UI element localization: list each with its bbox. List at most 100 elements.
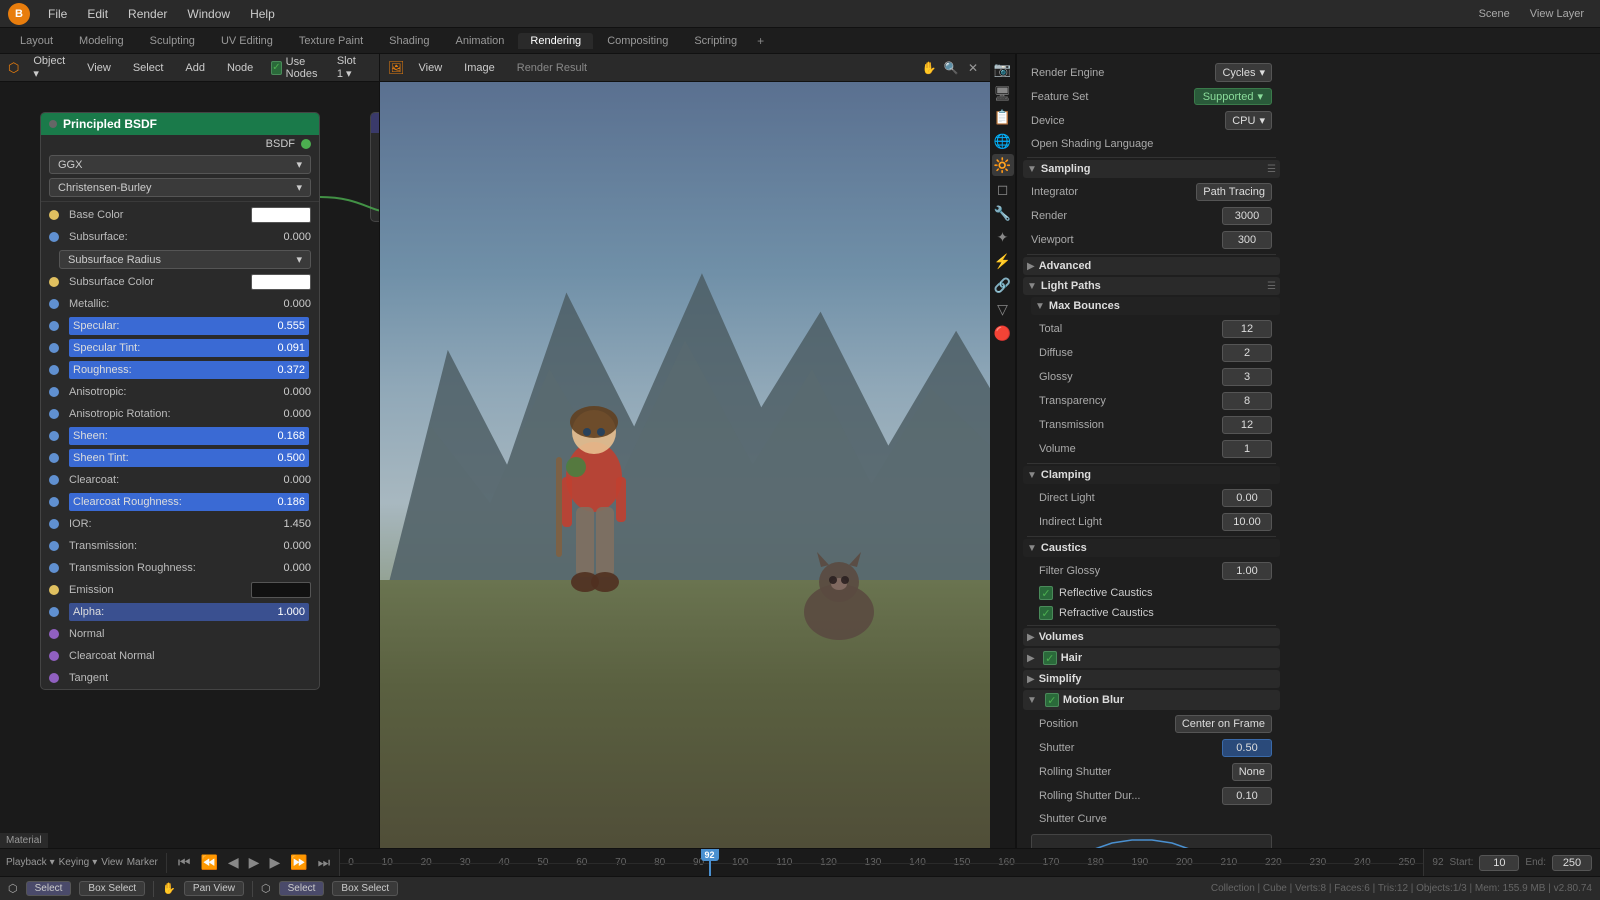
base-color-swatch[interactable] bbox=[251, 207, 311, 223]
menu-file[interactable]: File bbox=[40, 5, 75, 23]
motion-blur-section-header[interactable]: ▼ ✓ Motion Blur bbox=[1023, 690, 1280, 710]
anisotropic-rotation-socket[interactable] bbox=[49, 409, 59, 419]
viewport-close-icon[interactable]: ✕ bbox=[964, 59, 982, 77]
viewport-image-btn[interactable]: Image bbox=[456, 60, 503, 76]
transmission-roughness-socket[interactable] bbox=[49, 563, 59, 573]
sheen-bar[interactable]: Sheen: 0.168 bbox=[69, 427, 309, 445]
viewport-view-btn[interactable]: View bbox=[411, 60, 451, 76]
timeline-playhead[interactable]: 92 bbox=[709, 849, 711, 876]
clearcoat-socket[interactable] bbox=[49, 475, 59, 485]
render-samples-value[interactable]: 3000 bbox=[1222, 207, 1272, 225]
alpha-bar[interactable]: Alpha: 1.000 bbox=[69, 603, 309, 621]
play-btn[interactable]: ▶ bbox=[246, 854, 263, 871]
select-mode-btn[interactable]: Select bbox=[26, 881, 72, 896]
specular-tint-socket[interactable] bbox=[49, 343, 59, 353]
motion-blur-checkbox[interactable]: ✓ bbox=[1045, 693, 1059, 707]
transmission-socket[interactable] bbox=[49, 541, 59, 551]
node-btn[interactable]: Node bbox=[219, 60, 261, 76]
step-frame-fwd-btn[interactable]: ▶ bbox=[266, 854, 283, 871]
jump-to-start-btn[interactable]: ⏮ bbox=[175, 854, 194, 871]
specular-bar[interactable]: Specular: 0.555 bbox=[69, 317, 309, 335]
position-dropdown[interactable]: Center on Frame bbox=[1175, 715, 1272, 733]
hair-checkbox[interactable]: ✓ bbox=[1043, 651, 1057, 665]
rolling-shutter-dropdown[interactable]: None bbox=[1232, 763, 1272, 781]
particles-icon[interactable]: ✦ bbox=[992, 226, 1014, 248]
simplify-section-header[interactable]: ▶ Simplify bbox=[1023, 670, 1280, 688]
object-data-icon[interactable]: ▽ bbox=[992, 298, 1014, 320]
hair-section-header[interactable]: ▶ ✓ Hair bbox=[1023, 648, 1280, 668]
roughness-bar[interactable]: Roughness: 0.372 bbox=[69, 361, 309, 379]
specular-tint-bar[interactable]: Specular Tint: 0.091 bbox=[69, 339, 309, 357]
emission-socket[interactable] bbox=[49, 585, 59, 595]
marker-btn[interactable]: Marker bbox=[127, 857, 158, 868]
view-timeline-btn[interactable]: View bbox=[101, 857, 123, 868]
direct-light-value[interactable]: 0.00 bbox=[1222, 489, 1272, 507]
scene-props-icon[interactable]: 🌐 bbox=[992, 130, 1014, 152]
caustics-header[interactable]: ▼ Caustics bbox=[1023, 539, 1280, 557]
advanced-section-header[interactable]: ▶ Advanced bbox=[1023, 257, 1280, 275]
clearcoat-roughness-socket[interactable] bbox=[49, 497, 59, 507]
light-paths-section-header[interactable]: ▼ Light Paths ☰ bbox=[1023, 277, 1280, 295]
sampling-section-header[interactable]: ▼ Sampling ☰ bbox=[1023, 160, 1280, 178]
device-dropdown[interactable]: CPU ▾ bbox=[1225, 111, 1272, 130]
menu-help[interactable]: Help bbox=[242, 5, 283, 23]
integrator-dropdown[interactable]: Path Tracing bbox=[1196, 183, 1272, 201]
world-props-icon[interactable]: 🔆 bbox=[992, 154, 1014, 176]
playback-btn[interactable]: Playback ▾ bbox=[6, 857, 55, 868]
subsurface-socket[interactable] bbox=[49, 232, 59, 242]
max-bounces-header[interactable]: ▼ Max Bounces bbox=[1031, 297, 1280, 315]
viewport-hand-icon[interactable]: ✋ bbox=[920, 59, 938, 77]
ior-socket[interactable] bbox=[49, 519, 59, 529]
tab-add[interactable]: + bbox=[751, 34, 770, 48]
menu-window[interactable]: Window bbox=[179, 5, 238, 23]
timeline-track[interactable]: 0 10 20 30 40 50 60 70 80 90 100 110 120… bbox=[340, 849, 1423, 876]
tab-rendering[interactable]: Rendering bbox=[518, 33, 593, 49]
step-fwd-btn[interactable]: ⏩ bbox=[287, 854, 310, 871]
bsdf-output-socket[interactable] bbox=[301, 139, 311, 149]
feature-set-value[interactable]: Supported ▾ bbox=[1194, 88, 1272, 105]
use-nodes-checkbox[interactable]: ✓ bbox=[271, 61, 281, 75]
start-frame-input[interactable]: 10 bbox=[1479, 855, 1519, 871]
constraints-icon[interactable]: 🔗 bbox=[992, 274, 1014, 296]
render-viewport[interactable]: 🖼 View Image Render Result ✋ 🔍 ✕ bbox=[380, 54, 990, 848]
shutter-value[interactable]: 0.50 bbox=[1222, 739, 1272, 757]
modifier-icon[interactable]: 🔧 bbox=[992, 202, 1014, 224]
jump-to-end-btn[interactable]: ⏭ bbox=[315, 854, 334, 871]
subsurface-color-socket[interactable] bbox=[49, 277, 59, 287]
slot-btn[interactable]: Slot 1 ▾ bbox=[329, 54, 371, 82]
box-select-mode-btn[interactable]: Box Select bbox=[79, 881, 145, 896]
anisotropic-socket[interactable] bbox=[49, 387, 59, 397]
metallic-socket[interactable] bbox=[49, 299, 59, 309]
clearcoat-roughness-bar[interactable]: Clearcoat Roughness: 0.186 bbox=[69, 493, 309, 511]
subsurface-color-swatch[interactable] bbox=[251, 274, 311, 290]
filter-glossy-value[interactable]: 1.00 bbox=[1222, 562, 1272, 580]
use-nodes-toggle[interactable]: ✓ Use Nodes bbox=[271, 56, 323, 80]
alpha-socket[interactable] bbox=[49, 607, 59, 617]
reflective-caustics-checkbox[interactable]: ✓ bbox=[1039, 586, 1053, 600]
bsdf-node-collapse[interactable] bbox=[49, 120, 57, 128]
tab-compositing[interactable]: Compositing bbox=[595, 33, 680, 49]
tangent-socket[interactable] bbox=[49, 673, 59, 683]
tab-animation[interactable]: Animation bbox=[444, 33, 517, 49]
object-mode-btn[interactable]: Object ▾ bbox=[25, 54, 73, 82]
tab-shading[interactable]: Shading bbox=[377, 33, 441, 49]
cb-dropdown[interactable]: Christensen-Burley ▾ bbox=[49, 178, 311, 197]
base-color-socket[interactable] bbox=[49, 210, 59, 220]
viewport-zoom-icon[interactable]: 🔍 bbox=[942, 59, 960, 77]
sheen-tint-socket[interactable] bbox=[49, 453, 59, 463]
render-props-icon[interactable]: 📷 bbox=[992, 58, 1014, 80]
pan-view-btn[interactable]: Pan View bbox=[184, 881, 244, 896]
tab-uv-editing[interactable]: UV Editing bbox=[209, 33, 285, 49]
rolling-shutter-dur-value[interactable]: 0.10 bbox=[1222, 787, 1272, 805]
emission-swatch[interactable] bbox=[251, 582, 311, 598]
material-icon[interactable]: 🔴 bbox=[992, 322, 1014, 344]
step-frame-back-btn[interactable]: ◀ bbox=[225, 854, 242, 871]
menu-render[interactable]: Render bbox=[120, 5, 175, 23]
specular-socket[interactable] bbox=[49, 321, 59, 331]
view-layer-icon[interactable]: 📋 bbox=[992, 106, 1014, 128]
sheen-tint-bar[interactable]: Sheen Tint: 0.500 bbox=[69, 449, 309, 467]
ggx-dropdown[interactable]: GGX ▾ bbox=[49, 155, 311, 174]
roughness-socket[interactable] bbox=[49, 365, 59, 375]
shutter-curve-graph[interactable] bbox=[1031, 834, 1272, 848]
menu-edit[interactable]: Edit bbox=[79, 5, 116, 23]
